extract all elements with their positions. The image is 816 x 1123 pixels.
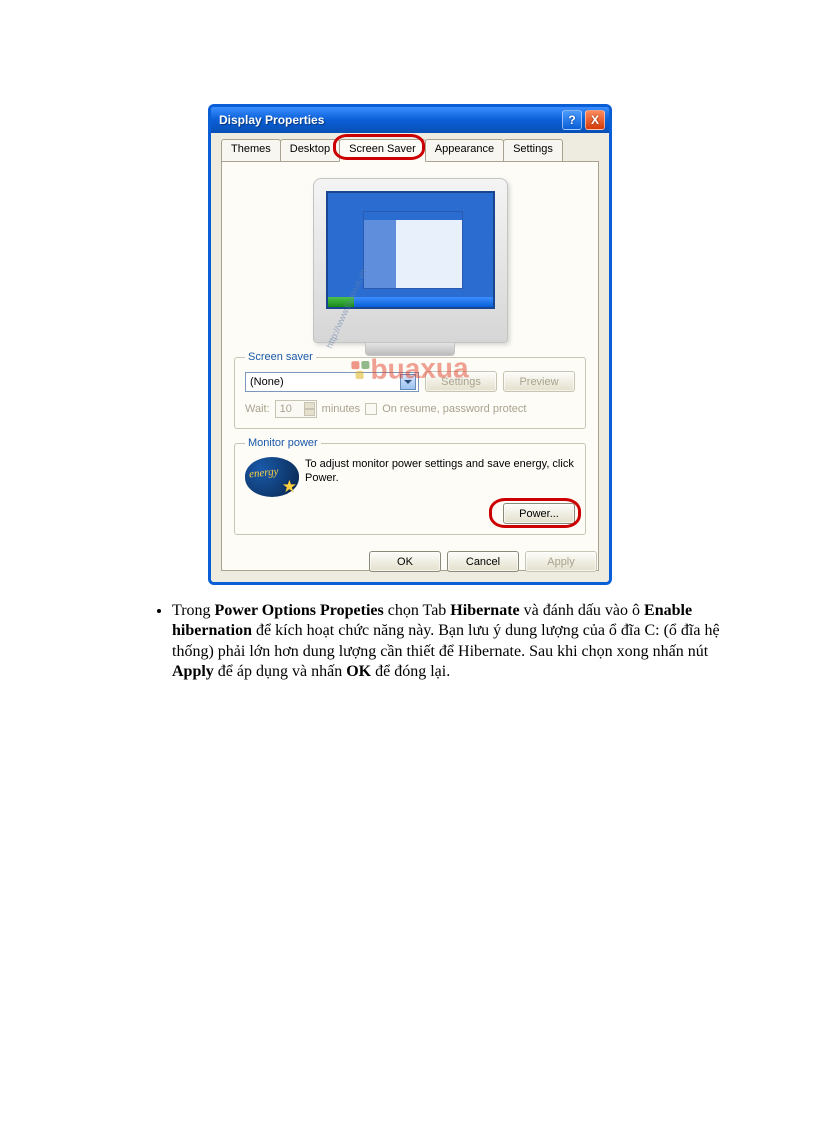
tab-strip: Themes Desktop Screen Saver Appearance S…	[221, 139, 599, 161]
tab-settings[interactable]: Settings	[503, 139, 563, 161]
monitor-power-group: Monitor power energy To adjust monitor p…	[234, 437, 586, 535]
tab-screen-saver[interactable]: Screen Saver	[339, 139, 426, 162]
chevron-down-icon	[400, 374, 416, 390]
cancel-button[interactable]: Cancel	[447, 551, 519, 572]
display-properties-dialog: Display Properties ? X Themes Desktop Sc…	[208, 104, 612, 585]
spin-down-icon	[304, 409, 315, 416]
power-button[interactable]: Power...	[503, 503, 575, 524]
apply-button[interactable]: Apply	[525, 551, 597, 572]
screensaver-legend: Screen saver	[245, 351, 316, 363]
monitor-power-description: To adjust monitor power settings and sav…	[305, 457, 575, 486]
tab-themes[interactable]: Themes	[221, 139, 281, 161]
resume-label: On resume, password protect	[382, 403, 526, 415]
ok-button[interactable]: OK	[369, 551, 441, 572]
wait-label: Wait:	[245, 403, 270, 415]
resume-checkbox[interactable]	[365, 403, 377, 415]
wait-unit: minutes	[322, 403, 361, 415]
help-button[interactable]: ?	[562, 110, 582, 130]
screensaver-select[interactable]: (None)	[245, 372, 419, 392]
screensaver-group: Screen saver (None) Settings Preview Wai…	[234, 351, 586, 429]
screensaver-selected-value: (None)	[250, 376, 284, 388]
settings-button[interactable]: Settings	[425, 371, 497, 392]
monitor-power-legend: Monitor power	[245, 437, 321, 449]
tab-desktop[interactable]: Desktop	[280, 139, 340, 161]
wait-spinner[interactable]: 10	[275, 400, 317, 418]
help-icon: ?	[568, 113, 575, 127]
preview-button[interactable]: Preview	[503, 371, 575, 392]
close-button[interactable]: X	[585, 110, 605, 130]
window-title: Display Properties	[219, 113, 562, 127]
energy-star-icon: energy	[245, 457, 299, 497]
titlebar[interactable]: Display Properties ? X	[211, 107, 609, 133]
instruction-text: Trong Power Options Propeties chọn Tab H…	[144, 601, 722, 683]
tab-panel: http://www.buaxua.vn buaxua Screen saver…	[221, 161, 599, 571]
spin-up-icon	[304, 402, 315, 409]
monitor-preview-icon	[313, 178, 508, 343]
tab-appearance[interactable]: Appearance	[425, 139, 504, 161]
close-icon: X	[591, 113, 599, 127]
